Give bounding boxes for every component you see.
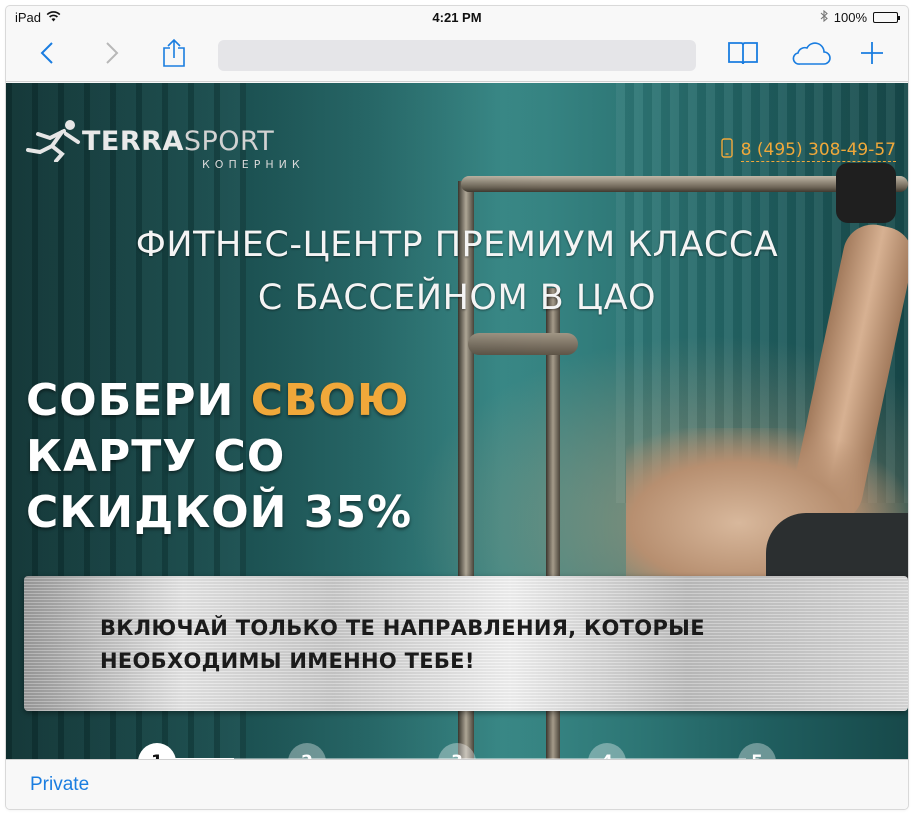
logo-brand-bold: TERRA [82,126,184,157]
plate-text: ВКЛЮЧАЙ ТОЛЬКО ТЕ НАПРАВЛЕНИЯ, КОТОРЫЕ Н… [100,612,705,678]
forward-button[interactable] [95,38,129,72]
phone-number-link[interactable]: 8 (495) 308-49-57 [740,140,896,162]
step-5[interactable]: 5 [738,743,776,759]
chevron-left-icon [40,41,54,70]
step-3[interactable]: 3 [438,743,476,759]
private-mode-button[interactable]: Private [30,774,89,796]
logo-brand-light: SPORT [183,126,275,157]
logo-wordmark: TERRASPORT [82,126,274,157]
status-right: 100% [820,9,900,25]
promo-line-3: СКИДКОЙ 35% [26,487,413,538]
promo-line-1: СОБЕРИ СВОЮ [26,373,412,429]
cloud-icon [791,40,831,71]
web-content[interactable]: TERRASPORT КОПЕРНИК 8 (495) 308-49-57 ФИ… [6,83,908,759]
runner-logo-icon [22,118,84,167]
clock: 4:21 PM [432,10,482,25]
plate-text-line-1: ВКЛЮЧАЙ ТОЛЬКО ТЕ НАПРАВЛЕНИЯ, КОТОРЫЕ [100,616,705,640]
plus-icon [860,41,884,70]
status-bar: iPad 4:21 PM 100% [6,6,908,30]
battery-icon [873,12,900,23]
metal-plate-banner: ВКЛЮЧАЙ ТОЛЬКО ТЕ НАПРАВЛЕНИЯ, КОТОРЫЕ Н… [24,576,908,711]
icloud-tabs-button[interactable] [790,38,832,72]
ipad-screen: iPad 4:21 PM 100% TERRASPORT КОПЕРНИК 8 … [6,6,908,809]
steps-progress: 1 2 3 4 5 [6,743,908,759]
address-bar[interactable] [218,40,696,71]
logo-location: КОПЕРНИК [202,158,305,171]
phone-contact[interactable]: 8 (495) 308-49-57 [720,138,896,163]
bookmarks-button[interactable] [726,38,760,72]
browser-bottom-bar: Private [6,759,908,809]
browser-toolbar [6,30,908,82]
new-tab-button[interactable] [855,38,889,72]
step-4[interactable]: 4 [588,743,626,759]
chevron-right-icon [105,41,119,70]
battery-percent: 100% [833,10,867,25]
page-headline: ФИТНЕС-ЦЕНТР ПРЕМИУМ КЛАССА С БАССЕЙНОМ … [135,225,779,318]
share-button[interactable] [157,38,191,72]
promo-title: СОБЕРИ СВОЮ КАРТУ СО СКИДКОЙ 35% [26,373,412,541]
book-icon [727,40,759,71]
site-logo[interactable]: TERRASPORT КОПЕРНИК [22,118,312,178]
step-1[interactable]: 1 [138,743,176,759]
share-icon [162,38,186,73]
bluetooth-icon [820,9,828,25]
step-2[interactable]: 2 [288,743,326,759]
promo-line-1-text: СОБЕРИ [26,375,251,426]
back-button[interactable] [30,38,64,72]
promo-accent-word: СВОЮ [250,375,410,426]
phone-icon [720,138,733,163]
promo-line-2: КАРТУ СО [26,431,286,482]
plate-text-line-2: НЕОБХОДИМЫ ИМЕННО ТЕБЕ! [100,649,475,673]
